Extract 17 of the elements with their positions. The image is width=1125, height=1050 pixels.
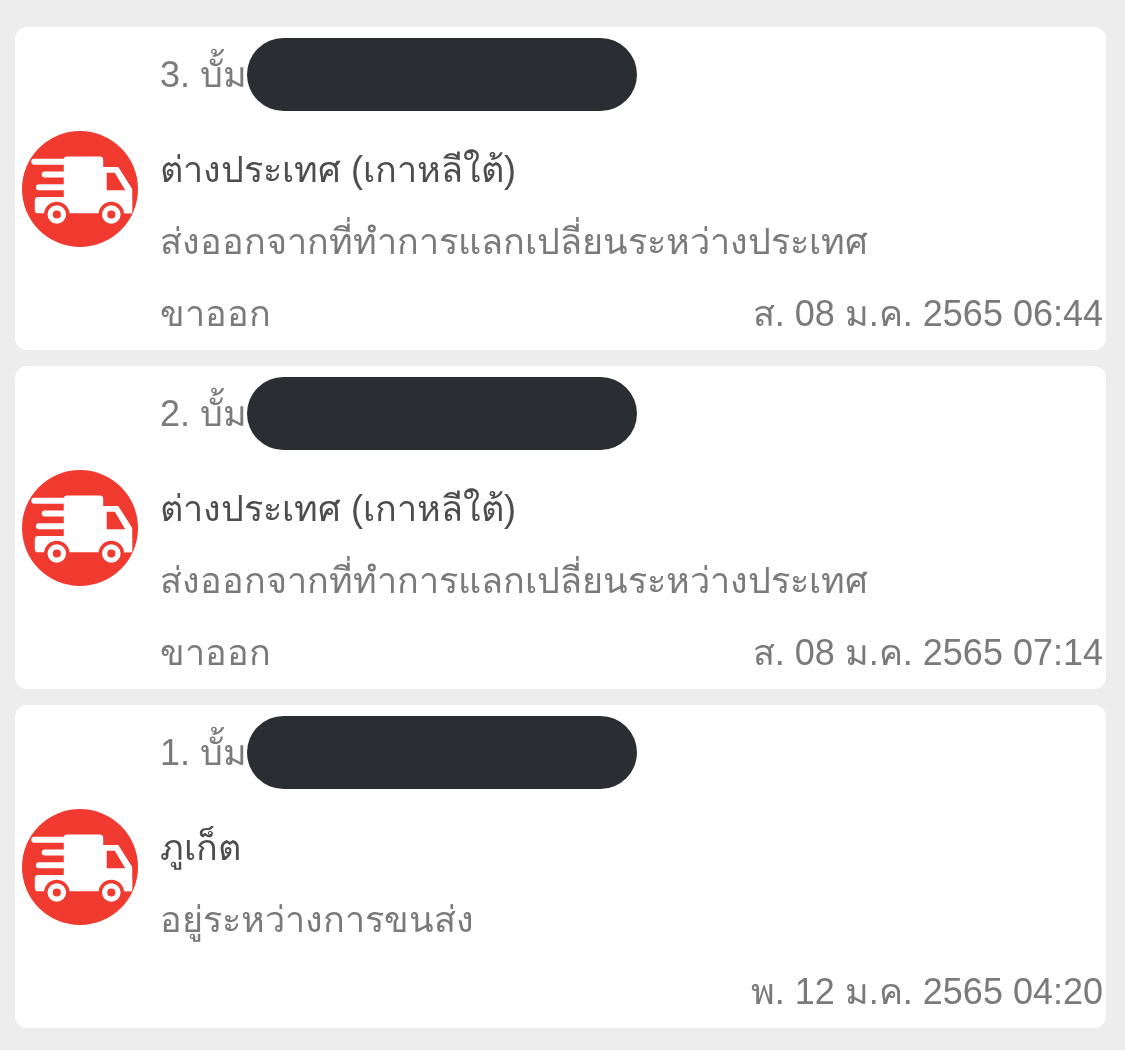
status-text: ส่งออกจากที่ทำการแลกเปลี่ยนระหว่างประเทศ xyxy=(160,554,868,608)
direction-text: ขาออก xyxy=(160,292,271,336)
truck-icon xyxy=(22,469,138,586)
location-text: ต่างประเทศ (เกาหลีใต้) xyxy=(160,487,516,531)
status-text: อยู่ระหว่างการขนส่ง xyxy=(160,898,474,944)
timestamp-text: ส. 08 ม.ค. 2565 06:44 xyxy=(752,292,1103,336)
timestamp-text: พ. 12 ม.ค. 2565 04:20 xyxy=(750,970,1103,1014)
location-text: ภูเก็ต xyxy=(160,825,241,872)
step-title: 1. บั้ม xyxy=(160,725,248,780)
location-text: ต่างประเทศ (เกาหลีใต้) xyxy=(160,148,516,192)
status-text: ส่งออกจากที่ทำการแลกเปลี่ยนระหว่างประเทศ xyxy=(160,215,868,269)
truck-icon xyxy=(22,808,138,925)
truck-icon xyxy=(22,130,138,247)
step-title: 3. บั้ม xyxy=(160,47,248,102)
step-title: 2. บั้ม xyxy=(160,386,248,441)
direction-text: ขาออก xyxy=(160,631,271,675)
timestamp-text: ส. 08 ม.ค. 2565 07:14 xyxy=(752,631,1103,675)
